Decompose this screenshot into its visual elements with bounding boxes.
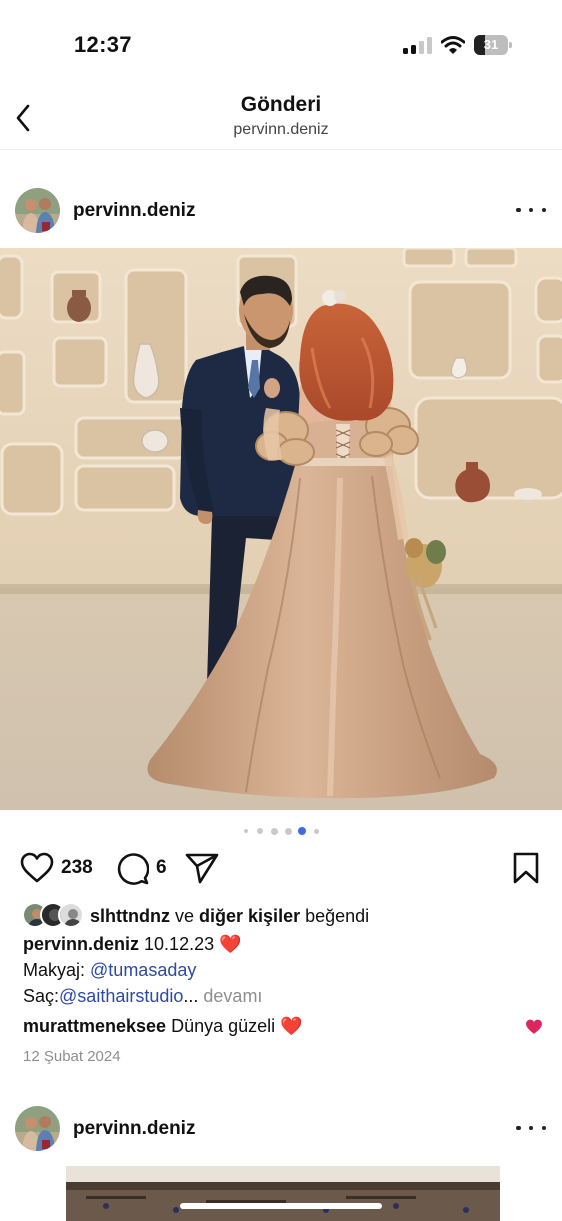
signal-icon <box>403 37 433 54</box>
caption: pervinn.deniz 10.12.23 ❤️ <box>23 934 242 955</box>
next-post-header: pervinn.deniz <box>0 1098 562 1158</box>
carousel-dot <box>298 827 306 835</box>
liked-by-suffix: beğendi <box>305 906 370 926</box>
wifi-icon <box>441 36 465 54</box>
comment-text: Dünya güzeli <box>171 1016 276 1036</box>
avatar <box>58 902 84 928</box>
liked-by-user[interactable]: slhttndnz <box>90 906 170 926</box>
liked-by-others[interactable]: diğer kişiler <box>199 906 300 926</box>
liker-avatars[interactable] <box>22 902 86 928</box>
avatar[interactable] <box>15 188 60 233</box>
carousel-dot <box>284 827 292 835</box>
carousel-dot <box>257 828 263 834</box>
makeup-tag[interactable]: @tumasaday <box>90 960 196 980</box>
more-icon <box>516 1125 546 1131</box>
hair-tag[interactable]: @saithairstudio <box>59 986 183 1006</box>
post-username[interactable]: pervinn.deniz <box>73 200 195 222</box>
caption-hair-line: Saç:@saithairstudio... devamı <box>23 986 262 1007</box>
more-options-button[interactable] <box>516 1118 546 1138</box>
more-options-button[interactable] <box>516 200 546 220</box>
carousel-indicator <box>0 826 562 836</box>
caption-username[interactable]: pervinn.deniz <box>23 934 139 954</box>
liked-by-connector: ve <box>175 906 195 926</box>
comment-username[interactable]: murattmeneksee <box>23 1016 166 1036</box>
comment-count[interactable]: 6 <box>156 857 167 879</box>
avatar[interactable] <box>15 1106 60 1151</box>
carousel-dot <box>313 828 319 834</box>
caption-makeup-line: Makyaj: @tumasaday <box>23 960 196 981</box>
more-icon <box>516 207 546 213</box>
page-subtitle[interactable]: pervinn.deniz <box>0 121 562 139</box>
caption-text: 10.12.23 <box>144 934 215 954</box>
bookmark-icon[interactable] <box>513 852 539 884</box>
page-title: Gönderi <box>240 93 322 116</box>
post-date: 12 Şubat 2024 <box>23 1048 121 1065</box>
share-icon[interactable] <box>185 852 219 884</box>
liked-by-text: slhttndnz ve diğer kişiler beğendi <box>90 906 369 927</box>
post-image[interactable] <box>0 248 562 810</box>
home-indicator[interactable] <box>180 1203 382 1209</box>
comment: murattmeneksee Dünya güzeli ❤️ <box>23 1016 303 1037</box>
hair-label: Saç: <box>23 986 60 1006</box>
caption-emoji: ❤️ <box>219 934 242 954</box>
carousel-dot <box>244 829 248 833</box>
page-header: Gönderi pervinn.deniz <box>0 90 562 150</box>
comment-like-icon[interactable] <box>525 1018 543 1036</box>
comment-emoji: ❤️ <box>280 1016 303 1036</box>
like-count[interactable]: 238 <box>61 857 93 879</box>
status-time: 12:37 <box>74 32 132 57</box>
heart-icon[interactable] <box>20 852 54 884</box>
carousel-dot <box>270 827 278 835</box>
post-actions: 238 6 <box>0 848 562 888</box>
caption-ellipsis: ... <box>183 986 199 1006</box>
battery-icon: 31 <box>474 35 512 55</box>
more-link[interactable]: devamı <box>203 986 262 1006</box>
battery-percent: 31 <box>483 37 499 52</box>
next-post-image[interactable] <box>66 1166 500 1221</box>
makeup-label: Makyaj: <box>23 960 86 980</box>
comment-icon[interactable] <box>116 852 149 885</box>
post-header: pervinn.deniz <box>0 180 562 240</box>
status-bar: 12:37 31 <box>0 0 562 90</box>
next-post-username[interactable]: pervinn.deniz <box>73 1118 195 1140</box>
